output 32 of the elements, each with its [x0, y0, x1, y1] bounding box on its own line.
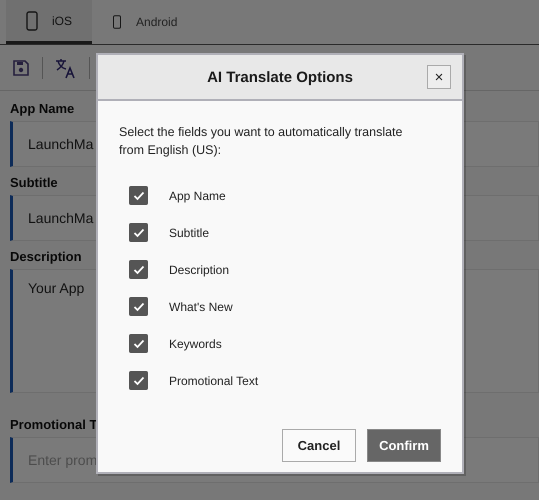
phone-icon: [26, 10, 38, 30]
platform-tab[interactable]: iOS: [6, 0, 92, 44]
field-label: Subtitle: [10, 175, 59, 190]
field-label: App Name: [10, 101, 76, 116]
save-icon[interactable]: [12, 58, 30, 76]
checkmark-icon: [132, 264, 144, 274]
checkbox[interactable]: [129, 334, 148, 353]
dialog-title: AI Translate Options: [207, 68, 353, 86]
checkmark-icon: [132, 302, 144, 312]
checkbox[interactable]: [129, 371, 148, 390]
checkmark-icon: [132, 228, 144, 238]
option-label: Subtitle: [169, 226, 210, 240]
checkbox[interactable]: [129, 260, 148, 279]
instruction-text: Select the fields you want to automatically translate from English (US):: [119, 124, 404, 159]
option-label: Keywords: [169, 336, 222, 350]
close-button[interactable]: ×: [427, 65, 451, 89]
platform-tab[interactable]: Android: [92, 0, 198, 44]
checkmark-icon: [132, 190, 144, 200]
confirm-button[interactable]: Confirm: [367, 429, 441, 462]
checkbox[interactable]: [129, 186, 148, 205]
phone-icon: [112, 15, 122, 29]
checkbox[interactable]: [129, 297, 148, 316]
checkmark-icon: [132, 338, 144, 348]
checkmark-icon: [132, 376, 144, 386]
option-label: What's New: [169, 300, 233, 314]
cancel-button[interactable]: Cancel: [282, 429, 356, 462]
option-label: Promotional Text: [169, 374, 258, 388]
option-label: App Name: [169, 188, 226, 202]
checkbox[interactable]: [129, 223, 148, 242]
option-label: Description: [169, 262, 230, 276]
field-label: Description: [10, 249, 83, 264]
translate-icon[interactable]: [55, 56, 77, 78]
